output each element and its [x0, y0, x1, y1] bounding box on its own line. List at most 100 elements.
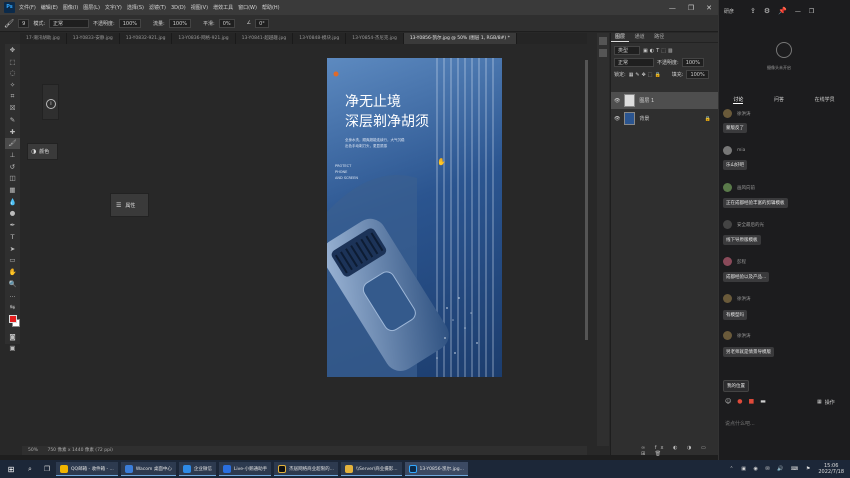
layer-row-selected[interactable]: 👁 图层 1: [611, 92, 719, 109]
layer-kind-select[interactable]: 类型: [614, 46, 640, 55]
brush-tool-icon[interactable]: 🖌: [5, 137, 20, 150]
doc-tab[interactable]: 17-潮汛胡助.jpg: [20, 33, 67, 44]
more-tools-icon[interactable]: …: [5, 289, 20, 301]
doc-tab[interactable]: 13-Y0854-杰尼克.jpg: [346, 33, 404, 44]
flow-input[interactable]: 100%: [168, 18, 191, 28]
menu-file[interactable]: 文件(F): [19, 4, 36, 11]
menu-type[interactable]: 文字(Y): [105, 4, 122, 11]
zoom-tool-icon[interactable]: 🔍: [5, 278, 20, 290]
menu-help[interactable]: 帮助(H): [262, 4, 280, 11]
tab-qa[interactable]: 问答: [774, 96, 784, 104]
tab-layers[interactable]: 图层: [611, 33, 630, 42]
taskbar-app[interactable]: Live-小鹅通助手: [218, 462, 272, 476]
menu-image[interactable]: 图像(I): [63, 4, 78, 11]
menu-select[interactable]: 选择(S): [127, 4, 144, 11]
redpacket-icon[interactable]: ■: [749, 398, 755, 405]
color-panel-float[interactable]: ◑ 颜色: [27, 143, 58, 160]
doc-tab[interactable]: 13-Y0836-网格-921.jpg: [172, 33, 236, 44]
blend-mode-select[interactable]: 正常: [614, 58, 654, 67]
lasso-tool-icon[interactable]: ◌: [5, 67, 20, 79]
doc-tab-active[interactable]: 13-Y0856-凯尔.jpg @ 50% (图层 1, RGB/8#) *: [403, 33, 517, 44]
canvas-area[interactable]: [22, 44, 587, 446]
layer-opacity-input[interactable]: 100%: [681, 58, 704, 67]
taskbar-app[interactable]: 企业微信: [178, 462, 216, 476]
quick-mask-icon[interactable]: ◙: [5, 331, 20, 343]
doc-tab[interactable]: 13-Y0832-921.jpg: [120, 33, 173, 44]
menu-edit[interactable]: 编辑(E): [41, 4, 58, 11]
menu-layer[interactable]: 图层(L): [83, 4, 100, 11]
stamp-tool-icon[interactable]: ⊥: [5, 149, 20, 161]
screen-mode-icon[interactable]: ▣: [5, 343, 20, 355]
adjust-icon[interactable]: i: [46, 99, 56, 109]
layer-name[interactable]: 背景: [639, 115, 649, 122]
tab-online-students[interactable]: 在线学员: [815, 96, 835, 104]
doc-tab[interactable]: 13-Y0833-安静.jpg: [67, 33, 120, 44]
layer-fill-input[interactable]: 100%: [686, 70, 709, 79]
emoji-icon[interactable]: ☺: [725, 398, 731, 405]
tab-channels[interactable]: 通道: [631, 33, 649, 42]
eraser-tool-icon[interactable]: ◫: [5, 173, 20, 185]
gradient-tool-icon[interactable]: ▦: [5, 184, 20, 196]
close-button[interactable]: ✕: [706, 4, 712, 12]
crop-tool-icon[interactable]: ⌗: [5, 91, 20, 103]
frame-tool-icon[interactable]: ☒: [5, 102, 20, 114]
pen-tool-icon[interactable]: ✒: [5, 219, 20, 231]
marquee-tool-icon[interactable]: ⬚: [5, 56, 20, 68]
canvas-scrollbar[interactable]: [585, 60, 588, 340]
restore-icon[interactable]: ❐: [809, 8, 814, 15]
dock-icon[interactable]: [599, 37, 607, 45]
type-tool-icon[interactable]: T: [5, 231, 20, 243]
taskbar-app[interactable]: QQ邮箱 - 收件箱 - ...: [56, 462, 118, 476]
zoom-level[interactable]: 50%: [28, 448, 38, 453]
filter-icons[interactable]: ▣◐T⬚▥: [643, 48, 675, 54]
chat-input[interactable]: 说点什么吧...: [725, 420, 755, 427]
eye-icon[interactable]: 👁: [614, 116, 620, 122]
search-icon[interactable]: ⌕: [22, 465, 38, 474]
healing-tool-icon[interactable]: ✚: [5, 126, 20, 138]
mode-select[interactable]: 正常: [49, 18, 90, 28]
brush-size-box[interactable]: 9: [18, 18, 30, 28]
tray-icons[interactable]: ⌃ ▣ ◉ ✉ 🔊 ⌨ ⚑: [729, 466, 813, 472]
tab-discussion[interactable]: 讨论: [733, 96, 744, 104]
history-brush-icon[interactable]: ↺: [5, 161, 20, 173]
blur-tool-icon[interactable]: 💧: [5, 196, 20, 208]
hand-tool-icon[interactable]: ✋: [5, 266, 20, 278]
doc-tab[interactable]: 13-Y0841-超越趣.jpg: [236, 33, 294, 44]
move-tool-icon[interactable]: ✥: [5, 44, 20, 56]
windows-start-icon[interactable]: ⊞: [0, 465, 22, 474]
properties-panel-float[interactable]: ☰ 属性: [110, 193, 149, 217]
brush-tool-icon[interactable]: 🖌: [4, 19, 14, 28]
taskbar-app[interactable]: Wacom 桌面中心: [120, 462, 176, 476]
clock[interactable]: 15:06 2022/7/18: [818, 463, 844, 475]
lock-icons[interactable]: ▦✎✥⬚🔒: [629, 72, 663, 78]
eye-icon[interactable]: 👁: [614, 98, 620, 104]
path-select-tool-icon[interactable]: ➤: [5, 243, 20, 255]
menu-filter[interactable]: 滤镜(T): [149, 4, 166, 11]
task-view-icon[interactable]: ❐: [38, 465, 56, 473]
color-swatches[interactable]: [5, 313, 20, 331]
pin-icon[interactable]: 📌: [778, 7, 787, 15]
layer-name[interactable]: 图层 1: [639, 97, 654, 104]
rectangle-tool-icon[interactable]: ▭: [5, 254, 20, 266]
menu-3d[interactable]: 3D(D): [171, 5, 186, 11]
dock-icon[interactable]: [599, 49, 607, 57]
taskbar-app[interactable]: \\Server\商业摄影...: [340, 462, 402, 476]
my-position-button[interactable]: 我的位置: [723, 380, 749, 392]
chat-ops[interactable]: ▦ 操作: [817, 399, 835, 406]
layer-row[interactable]: 👁 背景 🔒: [611, 110, 719, 127]
angle-input[interactable]: 0°: [255, 18, 269, 28]
taskbar-app-active[interactable]: 13-Y0856-凯尔.jpg...: [404, 462, 468, 476]
quick-select-tool-icon[interactable]: ✧: [5, 79, 20, 91]
adjust-panel-collapsed[interactable]: i: [42, 84, 59, 120]
dodge-tool-icon[interactable]: ●: [5, 208, 20, 220]
menu-plugins[interactable]: 增效工具: [213, 4, 233, 11]
menu-window[interactable]: 窗口(W): [238, 4, 257, 11]
poster-canvas[interactable]: 净无止境 深层剃净胡须 全身水洗，顺爽超能连续行，大气沉稳 出色手动剃刀头，更显…: [327, 58, 502, 377]
min-icon[interactable]: —: [795, 8, 801, 15]
minimize-button[interactable]: —: [669, 4, 676, 12]
doc-tab[interactable]: 13-Y0848-模块.jpg: [293, 33, 347, 44]
menu-view[interactable]: 视图(V): [191, 4, 208, 11]
opacity-input[interactable]: 100%: [118, 18, 142, 28]
taskbar-app[interactable]: 杰居网络商业超限的...: [274, 462, 338, 476]
maximize-button[interactable]: ❐: [688, 4, 694, 12]
